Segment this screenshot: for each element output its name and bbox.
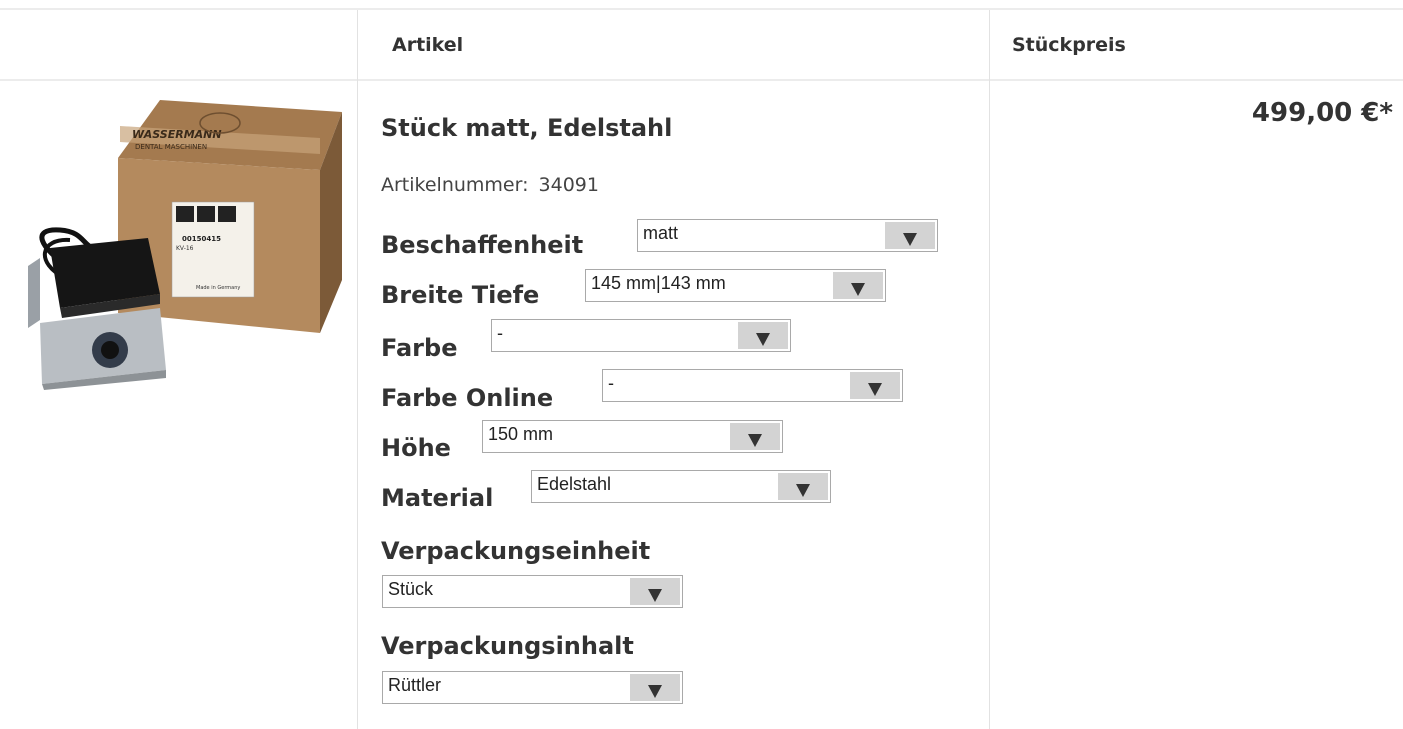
option-label-hoehe: Höhe <box>381 434 451 462</box>
select-breite-tiefe[interactable]: 145 mm|143 mm <box>585 269 886 302</box>
select-hoehe-value: 150 mm <box>488 424 554 444</box>
box-model-text: KV-16 <box>176 245 194 252</box>
article-number: Artikelnummer: 34091 <box>381 174 599 196</box>
option-label-verpackungsinhalt: Verpackungsinhalt <box>381 632 634 660</box>
select-beschaffenheit[interactable]: matt <box>637 219 938 252</box>
product-title[interactable]: Stück matt, Edelstahl <box>381 114 672 142</box>
select-farbe-online-value: - <box>608 373 614 393</box>
option-label-breite-tiefe: Breite Tiefe <box>381 281 540 309</box>
table-header-border <box>0 79 1403 81</box>
chevron-down-icon <box>903 233 917 246</box>
dropdown-button[interactable] <box>630 578 680 605</box>
select-farbe-value: - <box>497 323 503 343</box>
select-farbe[interactable]: - <box>491 319 791 352</box>
select-farbe-online[interactable]: - <box>602 369 903 402</box>
table-top-border <box>0 8 1403 10</box>
option-label-beschaffenheit: Beschaffenheit <box>381 231 584 259</box>
select-material[interactable]: Edelstahl <box>531 470 831 503</box>
select-verpackungseinheit[interactable]: Stück <box>382 575 683 608</box>
select-verpackungseinheit-value: Stück <box>388 579 434 599</box>
unit-price: 499,00 €* <box>1251 98 1393 128</box>
article-number-label: Artikelnummer: <box>381 174 529 196</box>
dropdown-button[interactable] <box>778 473 828 500</box>
column-divider-right <box>989 10 990 729</box>
select-material-value: Edelstahl <box>537 474 612 494</box>
box-brand-text: WASSERMANN <box>132 128 222 141</box>
select-verpackungsinhalt-value: Rüttler <box>388 675 442 695</box>
header-unit-price: Stückpreis <box>1012 34 1126 56</box>
chevron-down-icon <box>648 685 662 698</box>
dropdown-button[interactable] <box>730 423 780 450</box>
option-label-farbe: Farbe <box>381 334 458 362</box>
option-label-farbe-online: Farbe Online <box>381 384 554 412</box>
select-breite-tiefe-value: 145 mm|143 mm <box>591 273 726 293</box>
chevron-down-icon <box>868 383 882 396</box>
header-article: Artikel <box>392 34 464 56</box>
option-label-verpackungseinheit: Verpackungseinheit <box>381 537 651 565</box>
option-label-material: Material <box>381 484 494 512</box>
dropdown-button[interactable] <box>850 372 900 399</box>
chevron-down-icon <box>748 434 762 447</box>
chevron-down-icon <box>796 484 810 497</box>
select-verpackungsinhalt[interactable]: Rüttler <box>382 671 683 704</box>
chevron-down-icon <box>756 333 770 346</box>
select-beschaffenheit-value: matt <box>643 223 679 243</box>
box-footer-text: Made in Germany <box>196 285 240 291</box>
select-hoehe[interactable]: 150 mm <box>482 420 783 453</box>
chevron-down-icon <box>648 589 662 602</box>
dropdown-button[interactable] <box>738 322 788 349</box>
product-image[interactable]: WASSERMANN DENTAL MASCHINEN 00150415 KV-… <box>20 98 342 390</box>
dropdown-button[interactable] <box>885 222 935 249</box>
chevron-down-icon <box>851 283 865 296</box>
dropdown-button[interactable] <box>630 674 680 701</box>
column-divider-left <box>357 10 358 729</box>
box-code-text: 00150415 <box>182 235 221 243</box>
dropdown-button[interactable] <box>833 272 883 299</box>
box-subtitle-text: DENTAL MASCHINEN <box>135 143 207 151</box>
article-number-value: 34091 <box>538 174 599 196</box>
